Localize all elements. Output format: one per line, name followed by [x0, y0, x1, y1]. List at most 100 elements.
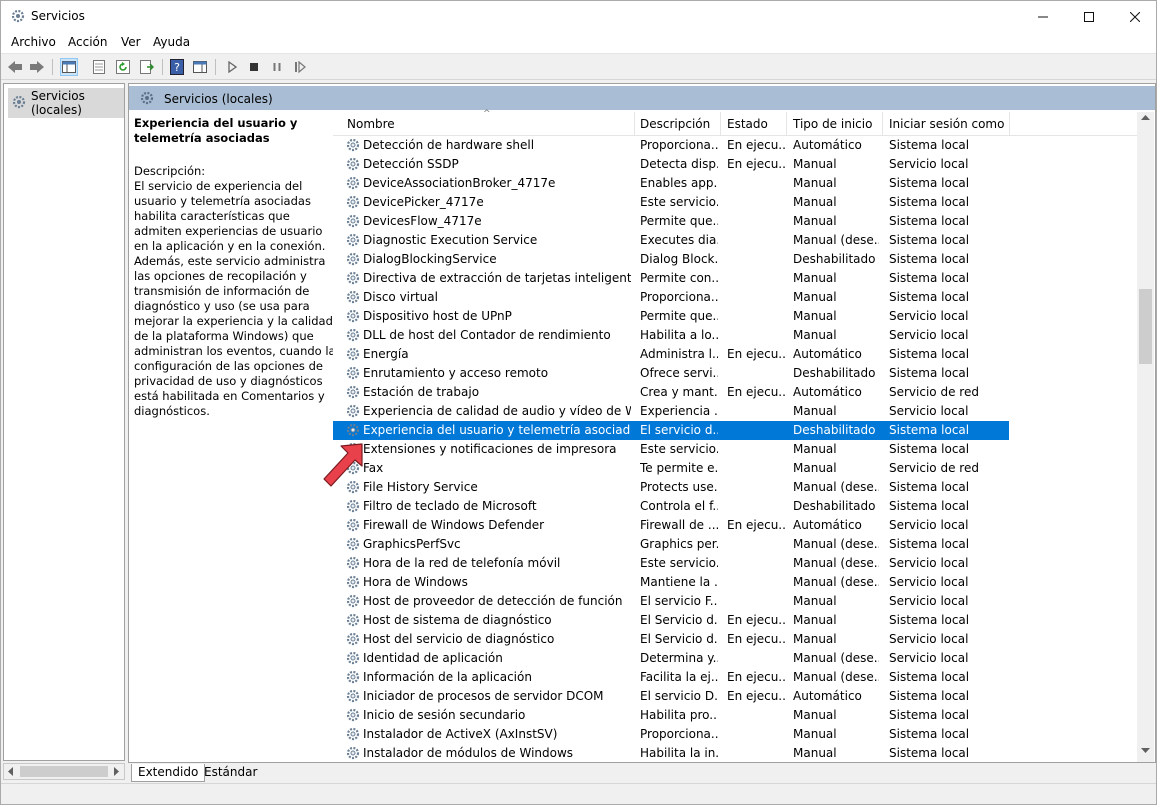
service-name: Estación de trabajo — [363, 385, 480, 399]
service-row[interactable]: Dispositivo host de UPnP Permite que... Ma… — [333, 307, 1009, 326]
column-header-startup[interactable]: Tipo de inicio — [793, 117, 872, 131]
console-tree: Servicios (locales) — [3, 83, 125, 761]
service-description: Detecta disp... — [640, 157, 718, 171]
service-row[interactable]: GraphicsPerfSvc Graphics per... Manual (de… — [333, 535, 1009, 554]
service-row[interactable]: Energía Administra l... En ejecu... Automát… — [333, 345, 1009, 364]
column-header-description[interactable]: Descripción — [640, 117, 710, 131]
service-name: DevicesFlow_4717e — [363, 214, 482, 228]
service-startup-type: Manual — [793, 442, 837, 456]
service-name: Energía — [363, 347, 409, 361]
tree-horizontal-scrollbar[interactable] — [3, 763, 125, 780]
service-row[interactable]: Directiva de extracción de tarjetas inte… — [333, 269, 1009, 288]
service-gear-icon — [345, 593, 362, 610]
service-startup-type: Manual — [793, 594, 837, 608]
tree-item-services-local[interactable]: Servicios (locales) — [8, 88, 124, 118]
service-row[interactable]: File History Service Protects use... Manua… — [333, 478, 1009, 497]
service-description: Este servicio... — [640, 556, 718, 570]
service-description-panel: Experiencia del usuario y telemetría aso… — [134, 116, 339, 419]
close-button[interactable] — [1112, 1, 1157, 32]
service-logon-as: Sistema local — [889, 537, 970, 551]
details-pane: Servicios (locales) Experiencia del usua… — [128, 83, 1156, 763]
service-logon-as: Sistema local — [889, 499, 970, 513]
service-logon-as: Servicio local — [889, 518, 969, 532]
menu-archivo[interactable]: Archivo — [11, 35, 56, 49]
service-row[interactable]: DevicePicker_4717e Este servicio... Manual… — [333, 193, 1009, 212]
show-action-pane-button[interactable] — [191, 58, 209, 76]
service-logon-as: Sistema local — [889, 423, 970, 437]
tab-extendido[interactable]: Extendido — [131, 764, 206, 782]
service-description: Este servicio... — [640, 195, 718, 209]
service-description: Determina y... — [640, 651, 718, 665]
service-row[interactable]: Inicio de sesión secundario Habilita pro.… — [333, 706, 1009, 725]
service-row[interactable]: Estación de trabajo Crea y mant... En ejec… — [333, 383, 1009, 402]
export-list-button[interactable] — [138, 58, 156, 76]
menu-ayuda[interactable]: Ayuda — [153, 35, 190, 49]
service-name: DeviceAssociationBroker_4717e — [363, 176, 556, 190]
list-vertical-scrollbar[interactable] — [1137, 112, 1154, 762]
service-gear-icon — [345, 137, 362, 154]
service-description: Permite que... — [640, 309, 718, 323]
service-startup-type: Automático — [793, 385, 862, 399]
service-row[interactable]: Filtro de teclado de Microsoft Controla e… — [333, 497, 1009, 516]
service-row[interactable]: Instalador de ActiveX (AxInstSV) Proporci… — [333, 725, 1009, 744]
service-row[interactable]: Enrutamiento y acceso remoto Ofrece servi… — [333, 364, 1009, 383]
service-row[interactable]: DeviceAssociationBroker_4717e Enables app… — [333, 174, 1009, 193]
service-name: Enrutamiento y acceso remoto — [363, 366, 549, 380]
console-tree-button[interactable] — [60, 58, 78, 76]
services-rows: Detección de hardware shell Proporciona..… — [333, 136, 1137, 763]
service-row[interactable]: Diagnostic Execution Service Executes dia… — [333, 231, 1009, 250]
service-name: DevicePicker_4717e — [363, 195, 484, 209]
back-button[interactable] — [6, 58, 24, 76]
service-startup-type: Manual — [793, 195, 837, 209]
pause-service-button[interactable] — [268, 58, 286, 76]
service-gear-icon — [345, 650, 362, 667]
properties-button[interactable] — [90, 58, 108, 76]
service-row[interactable]: Información de la aplicación Facilita la … — [333, 668, 1009, 687]
service-row[interactable]: Detección de hardware shell Proporciona..… — [333, 136, 1009, 155]
service-logon-as: Sistema local — [889, 347, 970, 361]
pane-header-title: Servicios (locales) — [164, 92, 273, 106]
scroll-thumb[interactable] — [1139, 289, 1152, 364]
tab-estandar[interactable]: Estándar — [198, 764, 263, 782]
service-row[interactable]: Host del servicio de diagnóstico El Servi… — [333, 630, 1009, 649]
service-row[interactable]: Identidad de aplicación Determina y... Man… — [333, 649, 1009, 668]
column-header-logon[interactable]: Iniciar sesión como — [889, 117, 1004, 131]
service-row[interactable]: Extensiones y notificaciones de impresor… — [333, 440, 1009, 459]
stop-service-button[interactable] — [245, 58, 263, 76]
column-header-name[interactable]: Nombre — [347, 117, 395, 131]
service-row[interactable]: Firewall de Windows Defender Firewall de … — [333, 516, 1009, 535]
service-row[interactable]: Iniciador de procesos de servidor DCOM El… — [333, 687, 1009, 706]
scroll-thumb[interactable] — [20, 766, 108, 777]
service-name: Host de sistema de diagnóstico — [363, 613, 552, 627]
service-row[interactable]: DevicesFlow_4717e Permite que... Manual Sis… — [333, 212, 1009, 231]
service-row[interactable]: Disco virtual Proporciona... Manual Sistema… — [333, 288, 1009, 307]
service-row[interactable]: DialogBlockingService Dialog Block... Desh… — [333, 250, 1009, 269]
minimize-button[interactable] — [1020, 1, 1066, 32]
start-service-button[interactable] — [223, 58, 241, 76]
service-startup-type: Automático — [793, 689, 862, 703]
forward-button[interactable] — [28, 58, 46, 76]
service-row[interactable]: Fax Te permite e... Manual Servicio de red — [333, 459, 1009, 478]
service-row[interactable]: Hora de la red de telefonía móvil Este se… — [333, 554, 1009, 573]
restart-service-button[interactable] — [291, 58, 309, 76]
refresh-button[interactable] — [114, 58, 132, 76]
title-bar[interactable]: Servicios — [1, 1, 1156, 32]
service-startup-type: Manual — [793, 461, 837, 475]
service-row[interactable]: Experiencia del usuario y telemetría aso… — [333, 421, 1009, 440]
service-row[interactable]: Host de sistema de diagnóstico El Servici… — [333, 611, 1009, 630]
service-row[interactable]: Instalador de módulos de Windows Habilita… — [333, 744, 1009, 763]
toolbar-separator — [162, 59, 163, 75]
service-row[interactable]: Detección SSDP Detecta disp... En ejecu...… — [333, 155, 1009, 174]
service-row[interactable]: Hora de Windows Mantiene la ... Manual (de… — [333, 573, 1009, 592]
service-name: Instalador de módulos de Windows — [363, 746, 574, 760]
help-button[interactable]: ? — [168, 58, 186, 76]
column-header-state[interactable]: Estado — [727, 117, 768, 131]
menu-accion[interactable]: Acción — [68, 35, 107, 49]
menu-ver[interactable]: Ver — [121, 35, 141, 49]
maximize-button[interactable] — [1066, 1, 1112, 32]
service-startup-type: Deshabilitado — [793, 423, 876, 437]
service-row[interactable]: DLL de host del Contador de rendimiento H… — [333, 326, 1009, 345]
service-gear-icon — [345, 175, 362, 192]
service-row[interactable]: Host de proveedor de detección de funció… — [333, 592, 1009, 611]
service-row[interactable]: Experiencia de calidad de audio y vídeo … — [333, 402, 1009, 421]
